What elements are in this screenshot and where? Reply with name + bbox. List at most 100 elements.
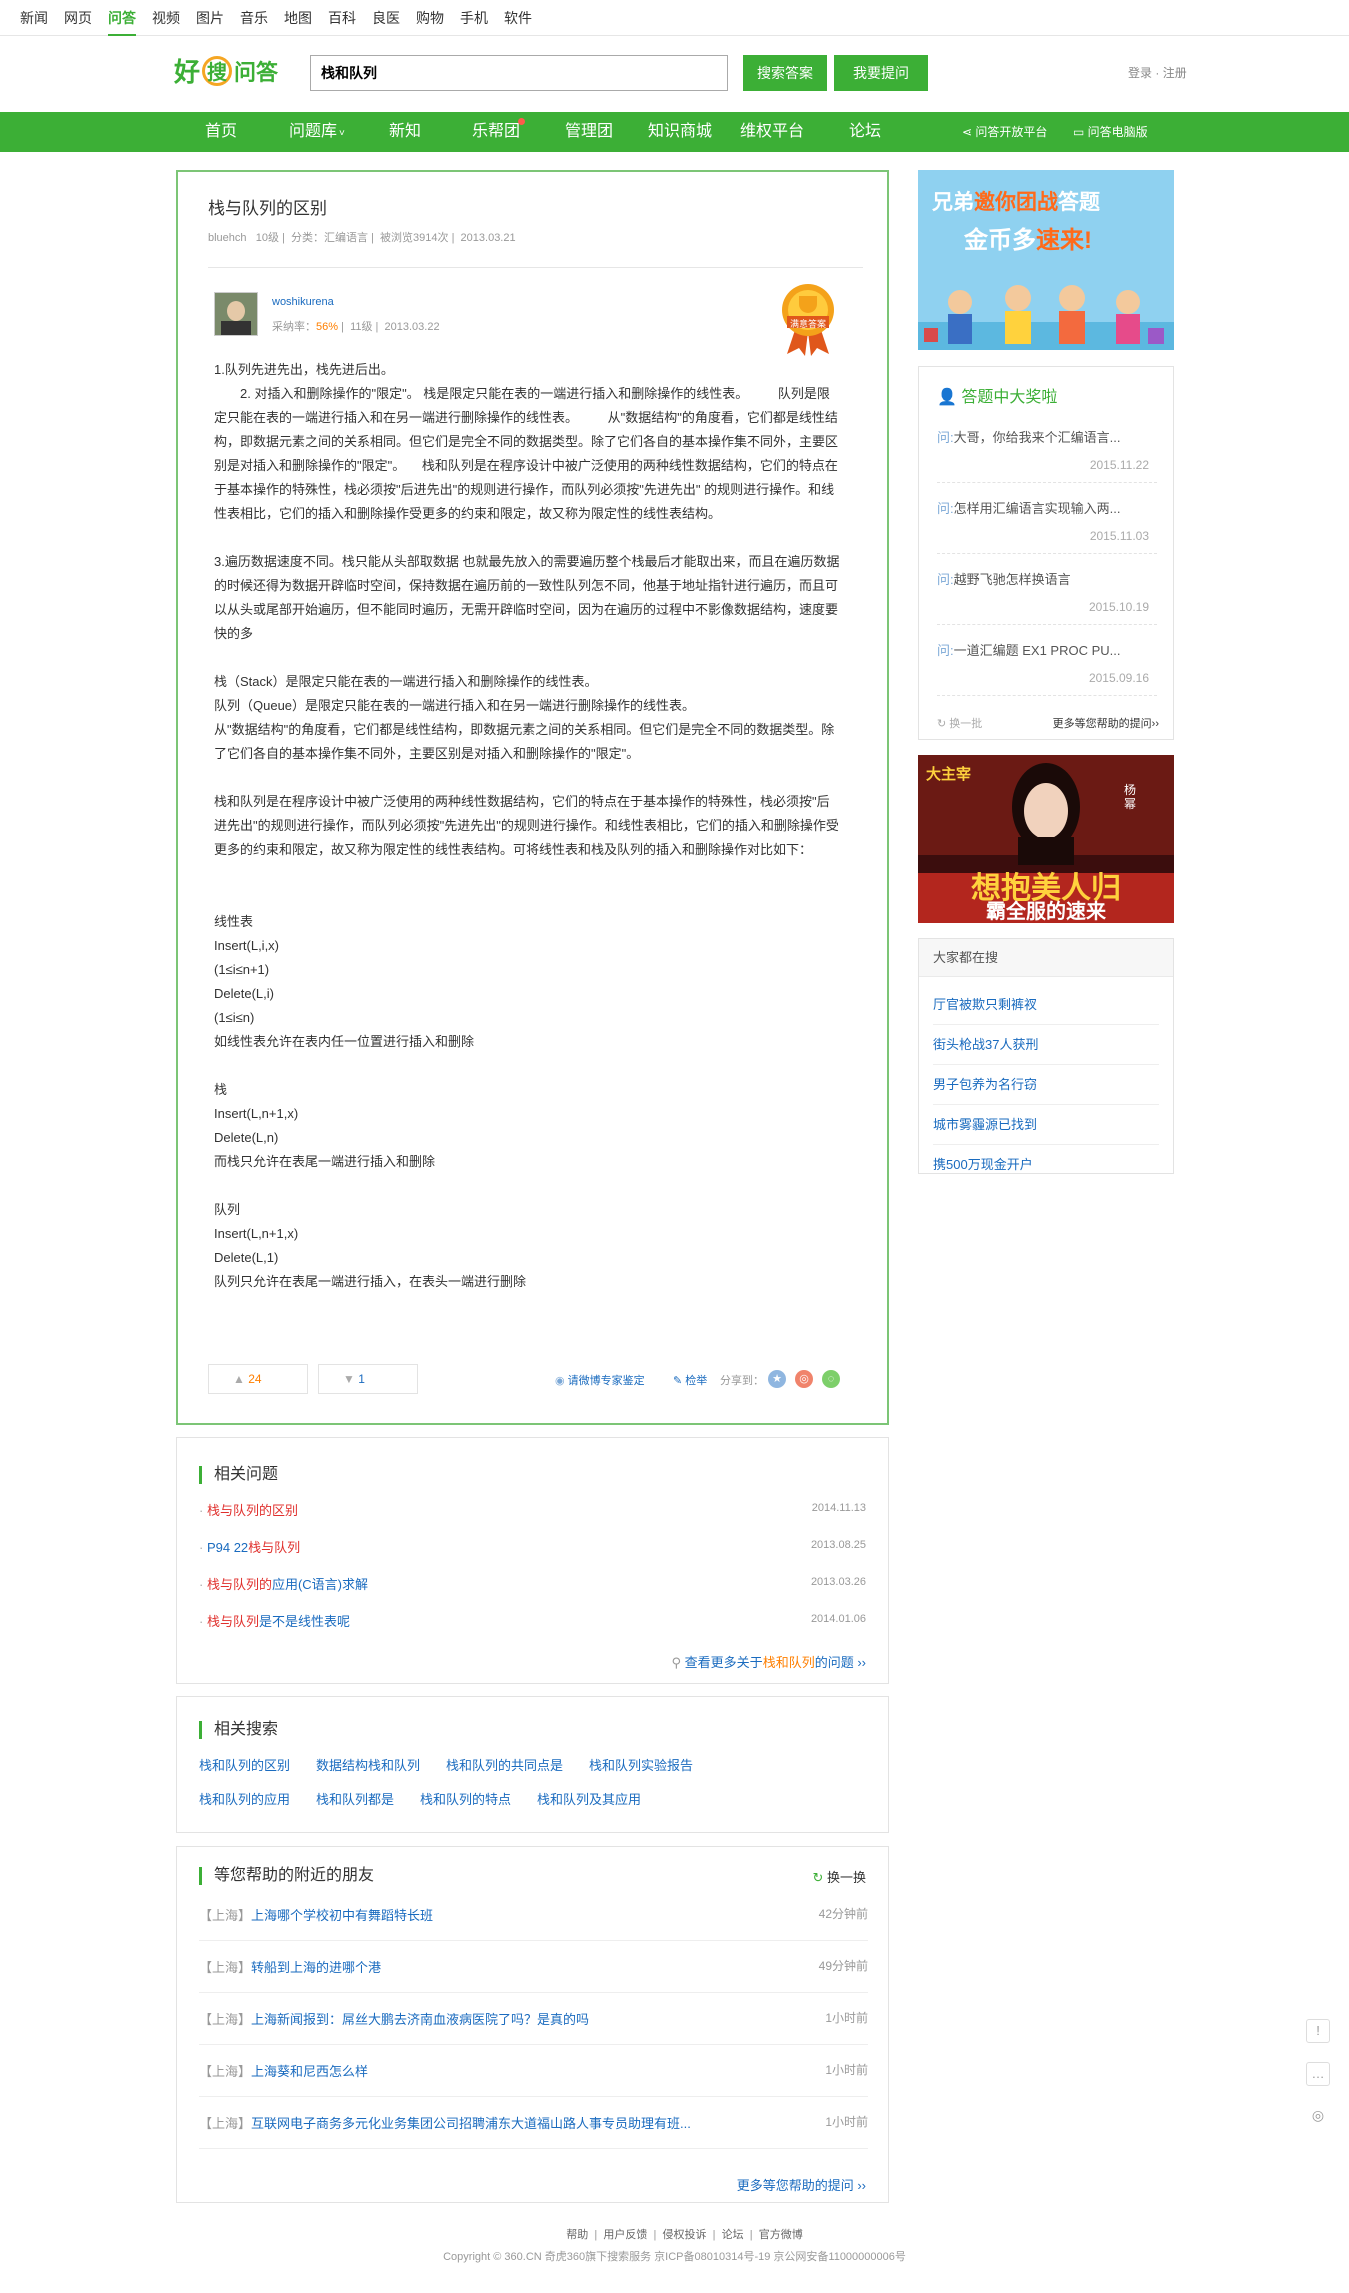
more-nearby-link[interactable]: 更多等您帮助的提问 ››: [737, 2175, 866, 2194]
dislike-button[interactable]: ▼ 1: [318, 1364, 418, 1394]
answer-user[interactable]: woshikurena: [272, 296, 334, 308]
more-kw: 栈和队列: [762, 1655, 815, 1670]
related-search-link[interactable]: 栈和队列的特点: [420, 1792, 511, 1807]
topnav-web[interactable]: 网页: [64, 8, 92, 28]
related-search-link[interactable]: 栈和队列实验报告: [589, 1758, 693, 1773]
answer-paragraph: 而栈只允许在表尾一端进行插入和删除: [214, 1154, 436, 1169]
answer-meta: 采纳率：56% | 11级 | 2013.03.22: [272, 321, 440, 333]
login-link[interactable]: 登录: [1128, 66, 1152, 80]
topnav-shopping[interactable]: 购物: [416, 8, 444, 28]
nav-question-bank[interactable]: 问题库 ˅: [289, 112, 345, 152]
nav-home[interactable]: 首页: [205, 112, 237, 152]
prize-item[interactable]: 问:一道汇编题 EX1 PROC PU... 2015.09.16: [937, 640, 1157, 696]
related-search-link[interactable]: 栈和队列及其应用: [537, 1792, 641, 1807]
nav-pc-version[interactable]: ▭ 问答电脑版: [1073, 112, 1148, 152]
topnav-image[interactable]: 图片: [196, 8, 224, 28]
topnav-map[interactable]: 地图: [284, 8, 312, 28]
footer-feedback[interactable]: 用户反馈: [603, 2229, 647, 2241]
topnav-news[interactable]: 新闻: [20, 8, 48, 28]
topnav-video[interactable]: 视频: [152, 8, 180, 28]
related-search-link[interactable]: 栈和队列的共同点是: [446, 1758, 563, 1773]
prize-item[interactable]: 问:怎样用汇编语言实现输入两... 2015.11.03: [937, 498, 1157, 554]
prize-item[interactable]: 问:大哥，你给我来个汇编语言... 2015.11.22: [937, 427, 1157, 483]
register-link[interactable]: 注册: [1163, 66, 1187, 80]
change-batch-label: 换一批: [949, 718, 983, 730]
weibo-icon[interactable]: ◎: [1306, 2104, 1330, 2128]
nearby-question[interactable]: 互联网电子商务多元化业务集团公司招聘浦东大道福山路人事专员助理有班...: [251, 2116, 691, 2131]
wechat-share-icon[interactable]: ◌: [822, 1370, 840, 1388]
topnav-music[interactable]: 音乐: [240, 8, 268, 28]
nearby-item[interactable]: 【上海】互联网电子商务多元化业务集团公司招聘浦东大道福山路人事专员助理有班...…: [199, 2113, 868, 2149]
topnav-baike[interactable]: 百科: [328, 8, 356, 28]
answer-paragraph: Delete(L,n): [214, 1130, 279, 1145]
hot-search-item[interactable]: 城市雾霾源已找到: [933, 1105, 1159, 1145]
nearby-question[interactable]: 上海哪个学校初中有舞蹈特长班: [251, 1908, 433, 1923]
nav-knowledge-mall[interactable]: 知识商城: [648, 112, 712, 152]
answer-paragraph: 1.队列先进先出，栈先进后出。: [214, 362, 394, 377]
nav-open-platform[interactable]: ⋖ 问答开放平台: [962, 112, 1047, 152]
nearby-item[interactable]: 【上海】转船到上海的进哪个港 49分钟前: [199, 1957, 868, 1993]
question-user[interactable]: bluehch: [208, 232, 247, 244]
qzone-share-icon[interactable]: ★: [768, 1370, 786, 1388]
topnav-qa[interactable]: 问答: [108, 8, 136, 36]
nav-guanlituan[interactable]: 管理团: [565, 112, 613, 152]
ad-banner-game[interactable]: 大主宰 杨 幂 想抱美人归 霸全服的速来: [918, 755, 1174, 923]
prize-more-link[interactable]: 更多等您帮助的提问››: [1053, 715, 1159, 731]
nearby-question[interactable]: 上海葵和尼西怎么样: [251, 2064, 368, 2079]
nearby-question[interactable]: 上海新闻报到：屌丝大鹏去济南血液病医院了吗？是真的吗: [251, 2012, 589, 2027]
logo[interactable]: 好 搜 问答: [174, 52, 278, 89]
question-title: 栈与队列的区别: [208, 199, 327, 218]
footer-forum[interactable]: 论坛: [722, 2229, 744, 2241]
change-batch-button[interactable]: ↻ 换一批: [937, 715, 982, 731]
refresh-button[interactable]: ↻ 换一换: [812, 1867, 866, 1886]
hot-search-title: 大家都在搜: [919, 939, 1173, 977]
like-button[interactable]: ▲ 24: [208, 1364, 308, 1394]
hot-search-item[interactable]: 街头枪战37人获刑: [933, 1025, 1159, 1065]
nearby-item[interactable]: 【上海】上海新闻报到：屌丝大鹏去济南血液病医院了吗？是真的吗 1小时前: [199, 2009, 868, 2045]
more-related-link[interactable]: ⚲ 查看更多关于栈和队列的问题 ››: [672, 1652, 866, 1671]
nav-xinzhi[interactable]: 新知: [389, 112, 421, 152]
related-search-link[interactable]: 栈和队列的应用: [199, 1792, 290, 1807]
footer-weibo[interactable]: 官方微博: [759, 2229, 803, 2241]
footer-complaint[interactable]: 侵权投诉: [663, 2229, 707, 2241]
search-input[interactable]: [310, 55, 728, 91]
topnav-mobile[interactable]: 手机: [460, 8, 488, 28]
nearby-item[interactable]: 【上海】上海葵和尼西怎么样 1小时前: [199, 2061, 868, 2097]
list-item[interactable]: · 栈与队列的应用(C语言)求解: [199, 1574, 368, 1593]
nav-lebangtuan[interactable]: 乐帮团: [472, 112, 520, 152]
answer-paragraph: [214, 1054, 841, 1078]
feedback-icon[interactable]: !: [1306, 2019, 1330, 2043]
related-search-link[interactable]: 数据结构栈和队列: [316, 1758, 420, 1773]
topnav-software[interactable]: 软件: [504, 8, 532, 28]
list-item[interactable]: · 栈与队列的区别: [199, 1500, 298, 1519]
topnav-doctor[interactable]: 良医: [372, 8, 400, 28]
nearby-item[interactable]: 【上海】上海哪个学校初中有舞蹈特长班 42分钟前: [199, 1905, 868, 1941]
weibo-share-icon[interactable]: ◎: [795, 1370, 813, 1388]
comment-icon[interactable]: …: [1306, 2062, 1330, 2086]
list-item[interactable]: · P94 22栈与队列: [199, 1537, 300, 1556]
search-answer-button[interactable]: 搜索答案: [743, 55, 827, 91]
avatar[interactable]: [214, 292, 258, 336]
footer-help[interactable]: 帮助: [566, 2229, 588, 2241]
ask-question-button[interactable]: 我要提问: [834, 55, 928, 91]
question-meta: bluehch 10级 | 分类：汇编语言 | 被浏览3914次 | 2013.…: [208, 232, 516, 244]
nearby-question[interactable]: 转船到上海的进哪个港: [251, 1960, 381, 1975]
nav-forum[interactable]: 论坛: [849, 112, 881, 152]
related-search-link[interactable]: 栈和队列都是: [316, 1792, 394, 1807]
expert-link[interactable]: ◉ 请微博专家鉴定: [555, 1372, 645, 1388]
hot-search-item[interactable]: 男子包养为名行窃: [933, 1065, 1159, 1105]
related-search-link[interactable]: 栈和队列的区别: [199, 1758, 290, 1773]
nearby-title: 等您帮助的附近的朋友: [199, 1867, 374, 1885]
prize-q-label: 问:: [937, 572, 954, 587]
hot-search-item[interactable]: 携500万现金开户: [933, 1145, 1159, 1185]
badge-text: 满意答案: [789, 319, 826, 329]
question-category[interactable]: 汇编语言: [324, 232, 368, 244]
report-link[interactable]: ✎ 检举: [673, 1372, 707, 1388]
nav-rights-platform[interactable]: 维权平台: [740, 112, 804, 152]
ad1-line2a: 金币多: [964, 227, 1036, 254]
list-item[interactable]: · 栈与队列是不是线性表呢: [199, 1611, 350, 1630]
prize-item[interactable]: 问:越野飞驰怎样换语言 2015.10.19: [937, 569, 1157, 625]
share-icon: ⋖: [962, 125, 976, 139]
hot-search-item[interactable]: 厅官被欺只剩裤衩: [933, 985, 1159, 1025]
ad-banner-team[interactable]: 兄弟邀你团战答题 金币多速来!: [918, 170, 1174, 350]
